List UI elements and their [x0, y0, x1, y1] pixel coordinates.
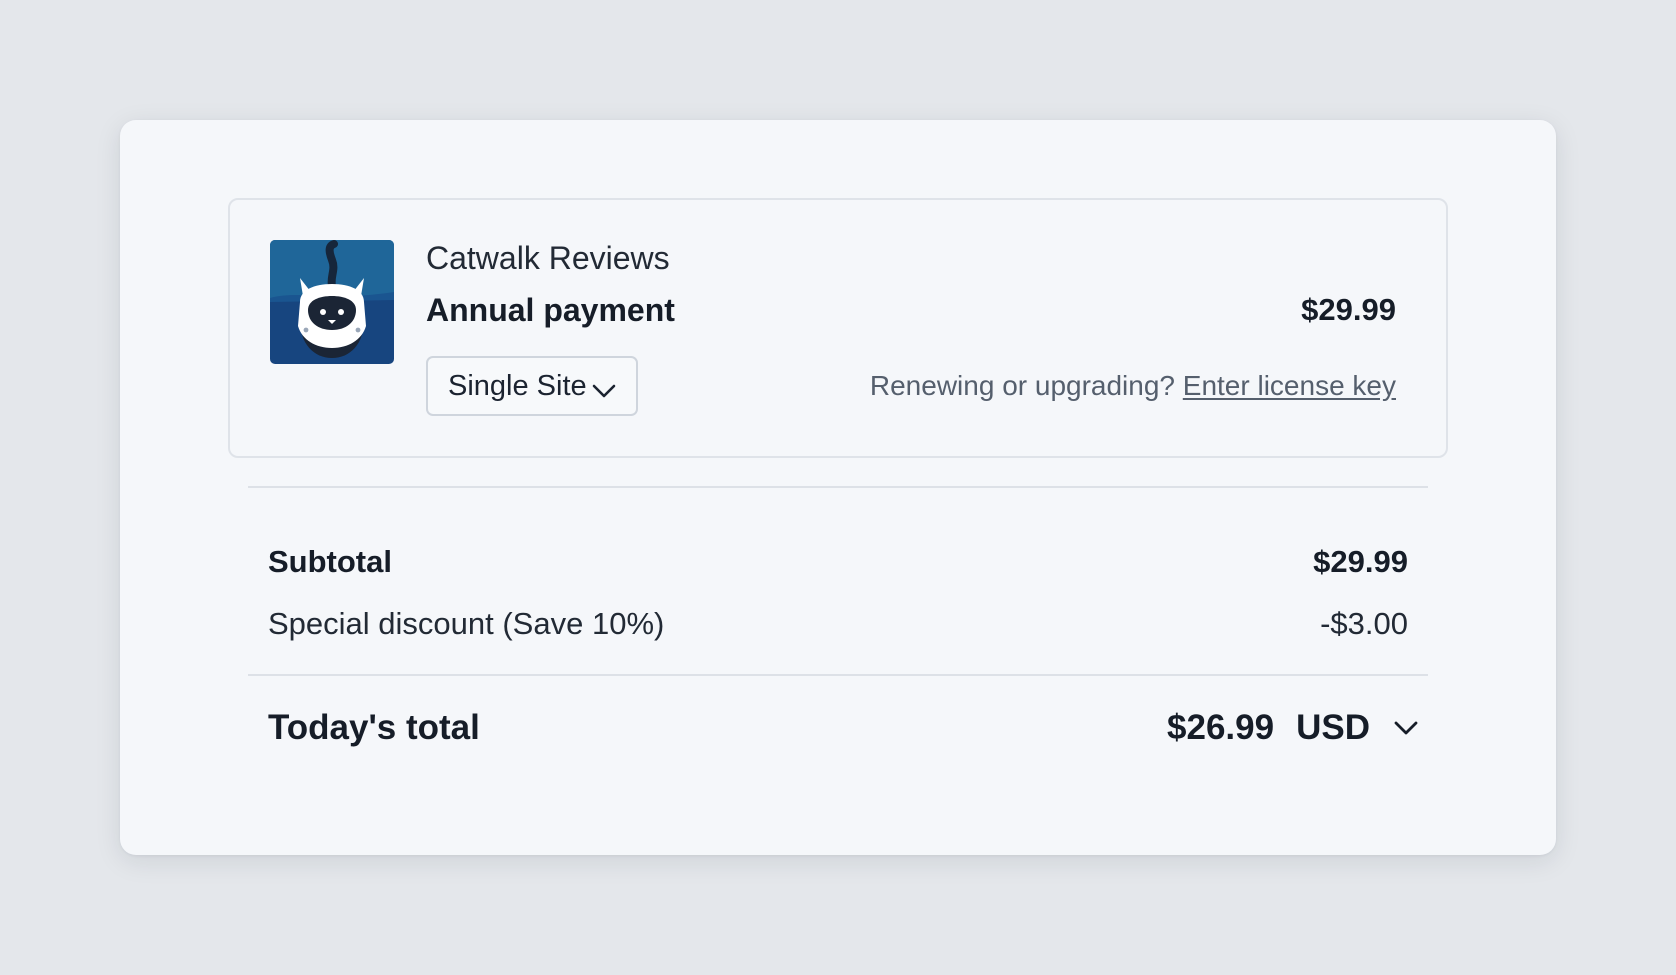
subtotal-value: $29.99 — [1313, 544, 1408, 579]
subtotal-label: Subtotal — [268, 544, 392, 579]
currency-selector[interactable]: USD — [1296, 708, 1370, 748]
enter-license-key-link[interactable]: Enter license key — [1183, 370, 1396, 401]
total-amount: $26.99 USD — [1167, 708, 1418, 748]
checkout-card: Catwalk Reviews Annual payment $29.99 Si… — [120, 120, 1556, 855]
chevron-down-icon[interactable] — [1394, 719, 1418, 737]
discount-value: -$3.00 — [1320, 606, 1408, 641]
license-type-select[interactable]: Single Site — [426, 356, 638, 416]
plan-name: Annual payment — [426, 292, 675, 328]
total-value: $26.99 — [1167, 708, 1275, 747]
divider — [248, 674, 1428, 676]
discount-label: Special discount (Save 10%) — [268, 606, 665, 641]
product-line-item: Catwalk Reviews Annual payment $29.99 Si… — [228, 198, 1448, 458]
divider — [248, 486, 1428, 488]
total-label: Today's total — [268, 708, 480, 747]
license-type-value: Single Site — [448, 369, 587, 402]
product-name: Catwalk Reviews — [426, 240, 670, 276]
renew-prompt: Renewing or upgrading? Enter license key — [870, 370, 1396, 402]
product-price: $29.99 — [1301, 292, 1396, 327]
cat-logo-icon — [270, 240, 394, 364]
chevron-down-icon — [592, 376, 616, 409]
renew-prompt-text: Renewing or upgrading? — [869, 370, 1175, 401]
